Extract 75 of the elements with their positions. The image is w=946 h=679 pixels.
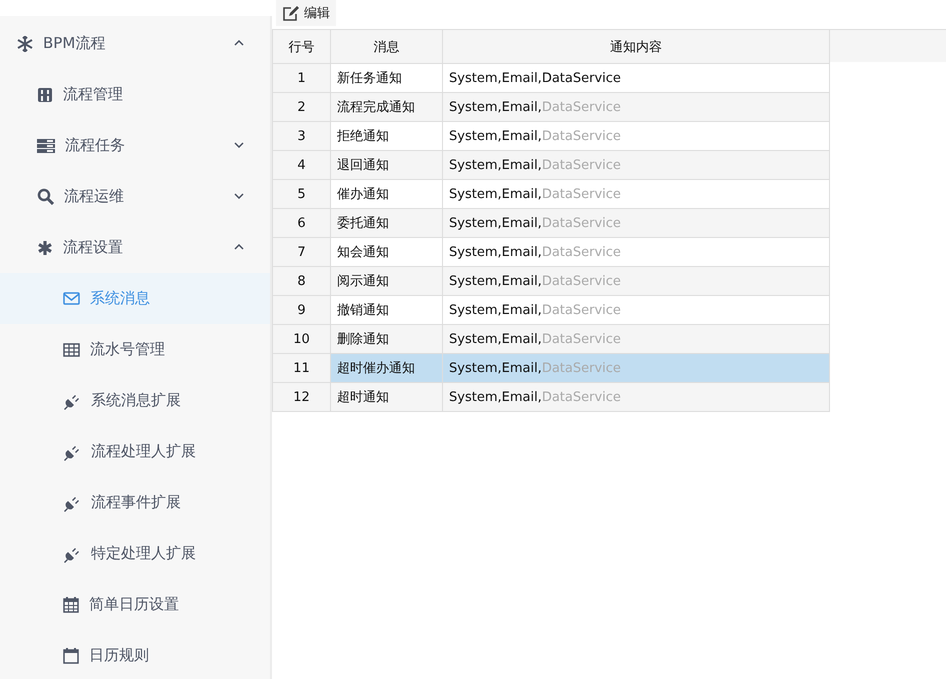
sidebar-label: 系统消息扩展 [91,391,181,410]
table-cell: System,Email,DataService [442,64,830,92]
sidebar-label: 简单日历设置 [89,595,179,614]
column-header: 行号 [272,30,330,64]
snowflake-icon [16,34,34,52]
table-cell: System,Email,DataService [442,92,830,122]
table-cell: System,Email,DataService [442,238,830,266]
table-cell: 拒绝通知 [330,122,442,150]
sidebar-item[interactable]: BPM流程 [0,18,270,69]
sidebar-item[interactable]: 简单日历设置 [0,579,270,630]
sidebar-label: 流程运维 [64,187,124,206]
table-cell: 1 [272,64,330,92]
server-icon [37,138,55,154]
table-cell: 超时催办通知 [330,354,442,382]
table-cell: 10 [272,324,330,354]
sidebar-item[interactable]: 流程事件扩展 [0,477,270,528]
table-cell: System,Email,DataService [442,354,830,382]
table-cell: 删除通知 [330,324,442,354]
table-cell: 2 [272,92,330,122]
table-cell: 9 [272,296,330,324]
table-cell: 7 [272,238,330,266]
sidebar-item[interactable]: 流程设置 [0,222,270,273]
table-cell: System,Email,DataService [442,382,830,412]
table-cell: 委托通知 [330,208,442,238]
table-cell: 5 [272,180,330,208]
search-icon [37,188,54,205]
sidebar-label: BPM流程 [43,34,106,53]
column-header: 消息 [330,30,442,64]
sidebar-item[interactable]: 流程运维 [0,171,270,222]
sidebar-item[interactable]: 特定处理人扩展 [0,528,270,579]
table-cell: 阅示通知 [330,266,442,296]
table-cell: 8 [272,266,330,296]
sidebar-item[interactable]: 流水号管理 [0,324,270,375]
save-icon [37,86,53,102]
edit-button[interactable]: 编辑 [276,0,336,26]
table-cell: 3 [272,122,330,150]
sidebar-label: 流水号管理 [90,340,165,359]
column-header: 通知内容 [442,30,830,64]
sidebar-label: 流程事件扩展 [91,493,181,512]
envelope-icon [63,292,80,305]
table-cell: 超时通知 [330,382,442,412]
table-cell: System,Email,DataService [442,324,830,354]
sidebar-item[interactable]: 日历规则 [0,630,270,679]
table-cell: 知会通知 [330,238,442,266]
sidebar-label: 特定处理人扩展 [91,544,196,563]
table-cell: System,Email,DataService [442,180,830,208]
table-cell: 6 [272,208,330,238]
sidebar-label: 流程设置 [63,238,123,257]
edit-icon [282,5,300,21]
sidebar-item[interactable]: 流程处理人扩展 [0,426,270,477]
sidebar-label: 流程处理人扩展 [91,442,196,461]
table-cell: System,Email,DataService [442,150,830,180]
table-cell: 退回通知 [330,150,442,180]
sidebar-item[interactable]: 系统消息扩展 [0,375,270,426]
sidebar-item[interactable]: 流程管理 [0,69,270,120]
sidebar-label: 流程管理 [63,85,123,104]
table-cell: 撤销通知 [330,296,442,324]
table-cell: System,Email,DataService [442,122,830,150]
table-cell: 流程完成通知 [330,92,442,122]
sidebar-label: 系统消息 [90,289,150,308]
table-cell: 11 [272,354,330,382]
asterisk-icon [37,240,53,256]
calendar-icon [63,647,79,664]
sidebar-item[interactable]: 流程任务 [0,120,270,171]
table-cell: 4 [272,150,330,180]
table-icon [63,342,80,356]
table-cell: System,Email,DataService [442,296,830,324]
table-cell: 催办通知 [330,180,442,208]
sidebar-label: 流程任务 [65,136,125,155]
calendar-icon [63,596,79,613]
sidebar-label: 日历规则 [89,646,149,665]
table-cell: 新任务通知 [330,64,442,92]
table-cell: 12 [272,382,330,412]
table-cell: System,Email,DataService [442,266,830,296]
table-cell: System,Email,DataService [442,208,830,238]
